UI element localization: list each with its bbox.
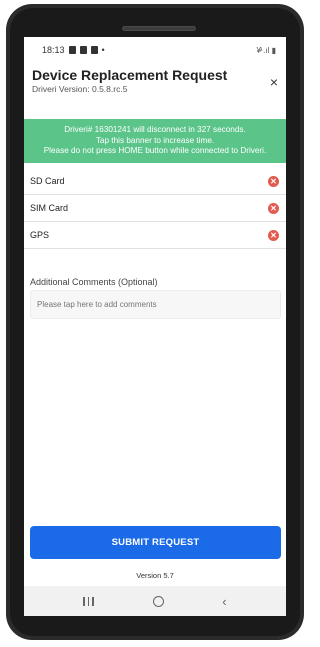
device-component-list: SD Card ✕ SIM Card ✕ GPS ✕	[24, 168, 286, 249]
status-right-icons: ¥ͣ .ıl ▮	[256, 45, 276, 55]
list-item-sim-card[interactable]: SIM Card ✕	[24, 195, 286, 222]
list-item-sd-card[interactable]: SD Card ✕	[24, 168, 286, 195]
notification-icon	[90, 46, 98, 54]
app-screen: 18:13 • ¥ͣ .ıl ▮ Device Replacement Requ…	[24, 37, 286, 595]
banner-line: Tap this banner to increase time.	[95, 135, 215, 145]
submit-request-button[interactable]: SUBMIT REQUEST	[30, 526, 281, 559]
error-x-icon: ✕	[268, 229, 279, 241]
back-chevron-icon[interactable]: ‹	[222, 595, 226, 608]
list-item-label: GPS	[30, 230, 50, 240]
list-item-label: SIM Card	[30, 203, 69, 213]
error-x-icon: ✕	[268, 202, 279, 214]
disconnect-banner[interactable]: Driveri# 16301241 will disconnect in 327…	[24, 119, 286, 163]
recent-apps-icon[interactable]	[83, 596, 94, 606]
status-bar: 18:13 • ¥ͣ .ıl ▮	[24, 37, 286, 63]
banner-line: Please do not press HOME button while co…	[43, 146, 267, 155]
page-header: Device Replacement Request Driveri Versi…	[24, 67, 286, 107]
home-icon[interactable]	[152, 595, 164, 607]
page-title: Device Replacement Request	[32, 67, 228, 83]
list-item-gps[interactable]: GPS ✕	[24, 222, 286, 249]
status-time: 18:13	[42, 45, 65, 55]
banner-line: Driveri# 16301241 will disconnect in 327…	[64, 125, 246, 134]
error-x-icon: ✕	[268, 175, 279, 187]
notification-icon	[79, 46, 87, 54]
app-footer-version: Version 5.7	[136, 571, 174, 580]
status-dot: •	[101, 45, 105, 55]
speaker-grille	[122, 26, 196, 31]
notification-icon	[68, 46, 76, 54]
comments-label: Additional Comments (Optional)	[30, 277, 158, 287]
comments-input[interactable]	[30, 290, 281, 319]
close-icon[interactable]: ×	[270, 75, 278, 89]
android-nav-bar: ‹	[24, 586, 286, 616]
list-item-label: SD Card	[30, 176, 65, 186]
phone-bottom-bezel	[24, 616, 286, 628]
app-version: Driveri Version: 0.5.8.rc.5	[32, 84, 128, 94]
